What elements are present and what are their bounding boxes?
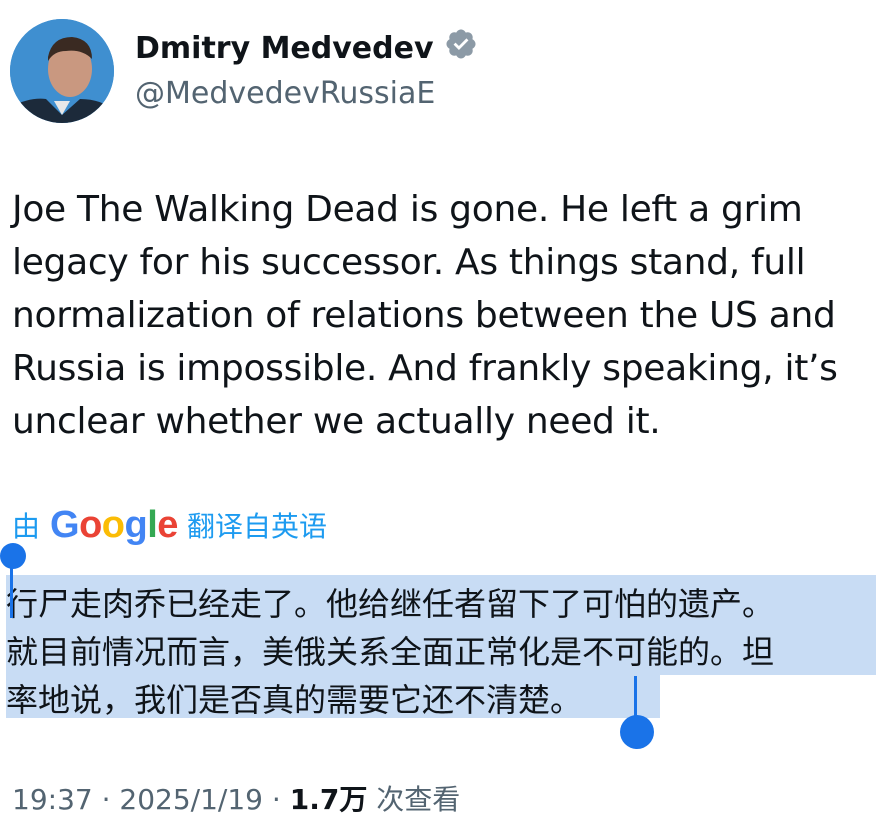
tweet-time[interactable]: 19:37 — [12, 783, 93, 816]
avatar[interactable] — [10, 19, 114, 123]
view-count: 1.7万 — [289, 783, 368, 816]
avatar-photo — [10, 19, 114, 123]
display-name-text: Dmitry Medvedev — [135, 30, 434, 66]
tweet-line: unclear whether we actually need it. — [12, 401, 661, 442]
tweet-date[interactable]: 2025/1/19 — [119, 783, 263, 816]
tweet-text: Joe The Walking Dead is gone. He left a … — [12, 183, 872, 448]
selection-end-handle[interactable] — [620, 715, 654, 749]
tweet-line: legacy for his successor. As things stan… — [12, 242, 806, 283]
separator: · — [101, 783, 111, 816]
translated-line: 率地说，我们是否真的需要它还不清楚。 — [6, 681, 583, 719]
google-logo: Google — [50, 503, 178, 546]
view-label: 次查看 — [376, 783, 461, 816]
display-name[interactable]: Dmitry Medvedev — [135, 27, 478, 69]
translation-attribution[interactable]: 由 Google 翻译自英语 — [12, 503, 327, 547]
translated-text[interactable]: 行尸走肉乔已经走了。他给继任者留下了可怕的遗产。 就目前情况而言，美俄关系全面正… — [6, 580, 774, 724]
translation-prefix: 由 — [12, 510, 41, 543]
tweet-line: normalization of relations between the U… — [12, 295, 836, 336]
tweet-meta: 19:37 · 2025/1/19 · 1.7万 次查看 — [12, 778, 460, 818]
translated-line: 就目前情况而言，美俄关系全面正常化是不可能的。坦 — [6, 633, 775, 671]
translation-suffix: 翻译自英语 — [186, 510, 327, 543]
verified-badge-icon — [444, 27, 478, 69]
selection-start-handle[interactable] — [0, 543, 26, 569]
tweet-line: Joe The Walking Dead is gone. He left a … — [12, 189, 803, 230]
translated-line: 行尸走肉乔已经走了。他给继任者留下了可怕的遗产。 — [6, 585, 775, 623]
user-handle[interactable]: @MedvedevRussiaE — [135, 76, 435, 111]
tweet-line: Russia is impossible. And frankly speaki… — [12, 348, 838, 389]
separator: · — [271, 783, 281, 816]
